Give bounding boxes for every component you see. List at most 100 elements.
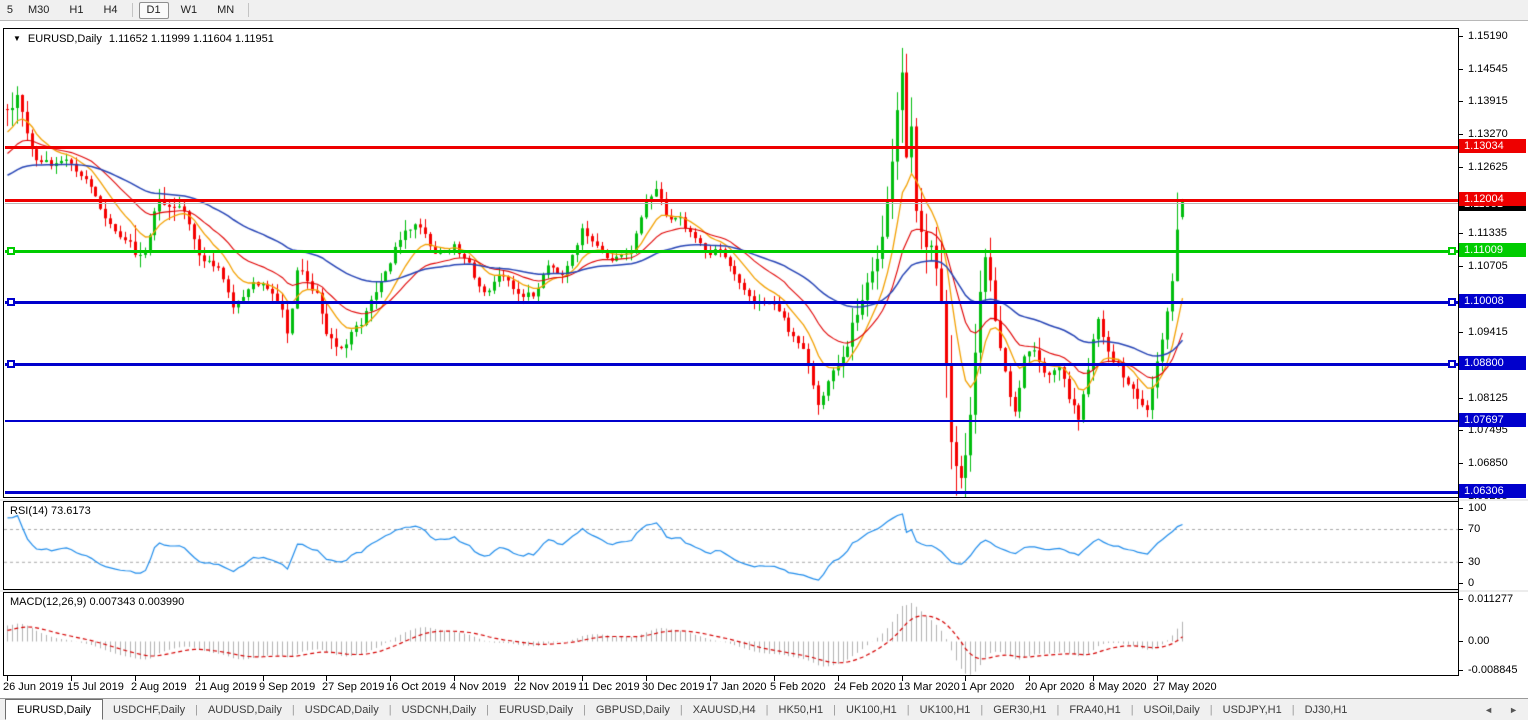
line-drag-handle[interactable]: [7, 247, 15, 255]
chart-tab-gbpusd-daily[interactable]: GBPUSD,Daily: [586, 700, 680, 720]
date-axis: 26 Jun 201915 Jul 20192 Aug 201921 Aug 2…: [0, 677, 1458, 697]
date-tick-label: 21 Aug 2019: [195, 681, 257, 693]
chart-tab-fra40-h1[interactable]: FRA40,H1: [1059, 700, 1130, 720]
rsi-tick-label: 30: [1468, 556, 1480, 568]
price-tick-mark: [1459, 332, 1463, 333]
price-tick-label: 1.12625: [1468, 161, 1508, 173]
level-price-badge: 1.07697: [1459, 413, 1526, 427]
toolbar-separator: [132, 3, 133, 17]
chart-tab-uk100-h1[interactable]: UK100,H1: [910, 700, 981, 720]
horizontal-level-line[interactable]: [5, 420, 1458, 422]
rsi-indicator-pane: RSI(14) 73.6173: [3, 501, 1458, 590]
macd-tick-mark: [1459, 670, 1463, 671]
macd-tick-mark: [1459, 599, 1463, 600]
chart-tab-uk100-h1[interactable]: UK100,H1: [836, 700, 907, 720]
timeframe-button-h4[interactable]: H4: [95, 2, 125, 19]
macd-indicator-pane: MACD(12,26,9) 0.007343 0.003990: [3, 592, 1458, 676]
macd-canvas: [4, 593, 1458, 675]
level-price-badge: 1.10008: [1459, 294, 1526, 308]
horizontal-level-line[interactable]: [5, 491, 1458, 494]
rsi-tick-mark: [1459, 583, 1463, 584]
macd-tick-label: 0.011277: [1468, 593, 1513, 605]
date-tick-label: 16 Oct 2019: [386, 681, 446, 693]
chart-tab-eurusd-daily[interactable]: EURUSD,Daily: [489, 700, 583, 720]
main-chart-pane: ▼ EURUSD,Daily 1.11652 1.11999 1.11604 1…: [3, 28, 1458, 498]
chart-tab-usdcnh-daily[interactable]: USDCNH,Daily: [392, 700, 487, 720]
price-tick-mark: [1459, 266, 1463, 267]
chart-tab-audusd-daily[interactable]: AUDUSD,Daily: [198, 700, 292, 720]
trading-terminal-window: 5M30H1H4 D1W1MN ▼ EURUSD,Daily 1.11652 1.…: [0, 0, 1528, 720]
timeframe-button-m30[interactable]: M30: [20, 2, 57, 19]
timeframe-button-mn[interactable]: MN: [209, 2, 242, 19]
chart-tab-bar: EURUSD,DailyUSDCHF,Daily|AUDUSD,Daily|US…: [0, 698, 1528, 720]
chart-tab-xauusd-h4[interactable]: XAUUSD,H4: [683, 700, 766, 720]
chart-symbol-label: EURUSD,Daily: [28, 33, 102, 45]
price-tick-label: 1.11335: [1468, 227, 1507, 239]
date-tick-label: 27 Sep 2019: [322, 681, 384, 693]
chart-tab-hk50-h1[interactable]: HK50,H1: [769, 700, 834, 720]
rsi-tick-label: 70: [1468, 523, 1480, 535]
level-price-badge: 1.13034: [1459, 139, 1526, 153]
macd-tick-mark: [1459, 641, 1463, 642]
date-tick-label: 13 Mar 2020: [898, 681, 960, 693]
line-drag-handle[interactable]: [1448, 247, 1456, 255]
rsi-tick-mark: [1459, 508, 1463, 509]
horizontal-level-line[interactable]: [5, 363, 1458, 366]
price-tick-label: 1.13915: [1468, 95, 1508, 107]
line-drag-handle[interactable]: [7, 298, 15, 306]
level-price-badge: 1.11009: [1459, 243, 1526, 257]
horizontal-level-line[interactable]: [5, 301, 1458, 304]
horizontal-level-line[interactable]: [5, 199, 1458, 202]
horizontal-level-line[interactable]: [5, 250, 1458, 253]
price-tick-label: 1.09415: [1468, 326, 1508, 338]
chart-tab-dj30-h1[interactable]: DJ30,H1: [1295, 700, 1358, 720]
timeframe-button-h1[interactable]: H1: [61, 2, 91, 19]
candlestick-chart-canvas[interactable]: [4, 29, 1458, 497]
date-tick-label: 4 Nov 2019: [450, 681, 506, 693]
date-tick-label: 2 Aug 2019: [131, 681, 187, 693]
price-tick-mark: [1459, 167, 1463, 168]
price-tick-label: 1.15190: [1468, 30, 1508, 42]
rsi-tick-mark: [1459, 562, 1463, 563]
level-price-badge: 1.12004: [1459, 192, 1526, 206]
chart-title: ▼ EURUSD,Daily 1.11652 1.11999 1.11604 1…: [13, 33, 274, 45]
chart-tab-usdchf-daily[interactable]: USDCHF,Daily: [103, 700, 195, 720]
chart-tab-usdcad-daily[interactable]: USDCAD,Daily: [295, 700, 389, 720]
tab-scroll-left-icon[interactable]: ◄: [1484, 705, 1493, 715]
chart-tab-eurusd-daily[interactable]: EURUSD,Daily: [5, 699, 103, 720]
date-tick-label: 22 Nov 2019: [514, 681, 576, 693]
horizontal-level-line[interactable]: [5, 146, 1458, 149]
date-tick-label: 5 Feb 2020: [770, 681, 826, 693]
date-tick-label: 15 Jul 2019: [67, 681, 124, 693]
chart-tab-ger30-h1[interactable]: GER30,H1: [983, 700, 1056, 720]
price-tick-label: 1.10705: [1468, 260, 1508, 272]
level-price-badge: 1.08800: [1459, 356, 1526, 370]
level-price-badge: 1.06306: [1459, 484, 1526, 498]
line-drag-handle[interactable]: [7, 360, 15, 368]
chart-tab-usoil-daily[interactable]: USOil,Daily: [1134, 700, 1210, 720]
tab-scroll-right-icon[interactable]: ►: [1509, 705, 1518, 715]
macd-label: MACD(12,26,9) 0.007343 0.003990: [10, 596, 184, 608]
price-tick-mark: [1459, 36, 1463, 37]
timeframe-button-partial[interactable]: 5: [2, 2, 16, 19]
line-drag-handle[interactable]: [1448, 360, 1456, 368]
rsi-tick-label: 0: [1468, 577, 1474, 589]
rsi-tick-mark: [1459, 529, 1463, 530]
price-tick-mark: [1459, 430, 1463, 431]
rsi-label: RSI(14) 73.6173: [10, 505, 91, 517]
date-tick-label: 11 Dec 2019: [578, 681, 640, 693]
chart-dropdown-icon[interactable]: ▼: [13, 35, 21, 43]
rsi-canvas: [4, 502, 1458, 589]
price-tick-mark: [1459, 101, 1463, 102]
price-tick-mark: [1459, 398, 1463, 399]
date-tick-label: 1 Apr 2020: [961, 681, 1014, 693]
timeframe-button-d1[interactable]: D1: [139, 2, 169, 19]
line-drag-handle[interactable]: [1448, 298, 1456, 306]
price-tick-label: 1.06850: [1468, 457, 1508, 469]
price-tick-label: 1.08125: [1468, 392, 1508, 404]
chart-tab-usdjpy-h1[interactable]: USDJPY,H1: [1213, 700, 1292, 720]
timeframe-button-w1[interactable]: W1: [173, 2, 206, 19]
price-tick-mark: [1459, 134, 1463, 135]
macd-tick-label: 0.00: [1468, 635, 1489, 647]
timeframe-toolbar: 5M30H1H4 D1W1MN: [0, 0, 1528, 21]
